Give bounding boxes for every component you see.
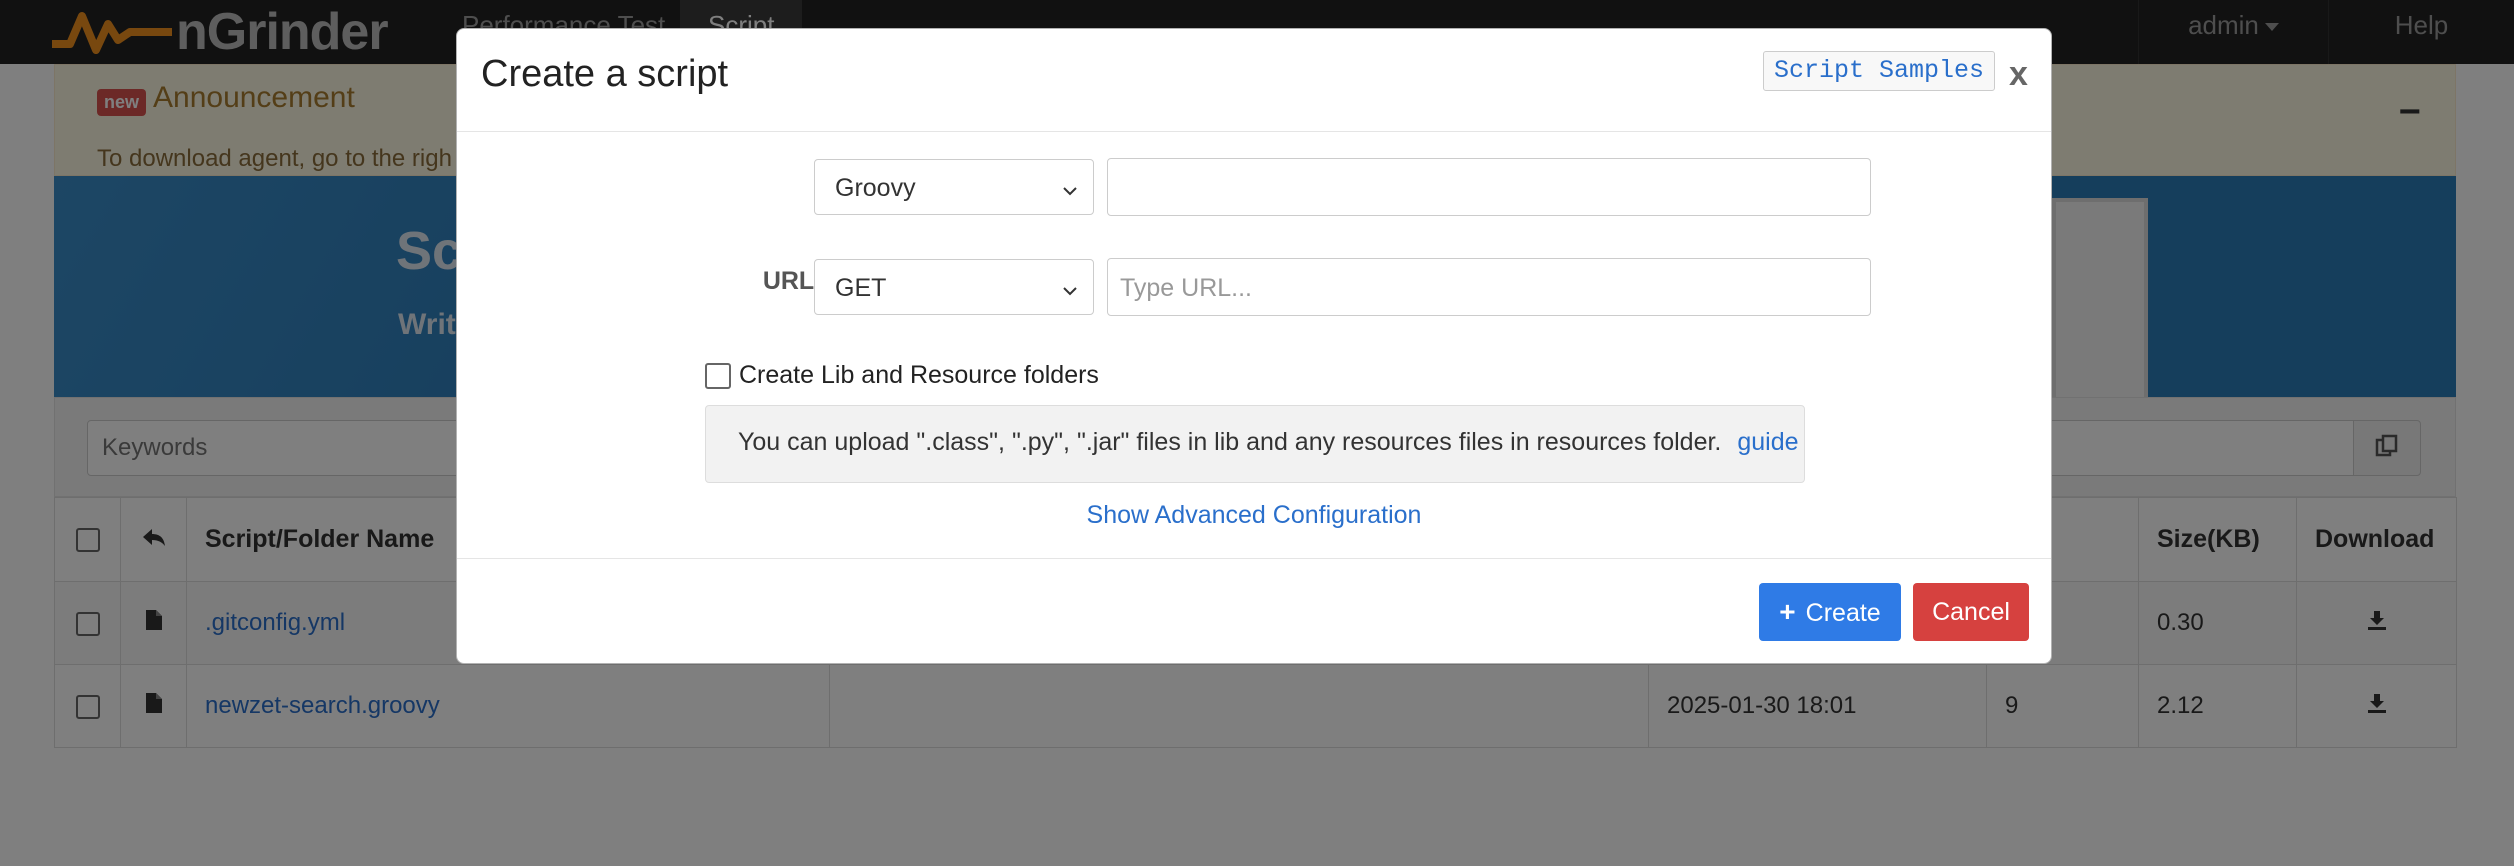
advanced-config-label[interactable]: Show Advanced Configuration <box>1087 501 1422 529</box>
script-samples-button[interactable]: Script Samples <box>1763 51 1996 91</box>
create-button[interactable]: + Create <box>1759 583 1901 641</box>
script-name-input[interactable] <box>1107 158 1871 216</box>
http-method-value: GET <box>835 274 887 302</box>
cancel-button[interactable]: Cancel <box>1913 583 2029 641</box>
lib-resource-checkbox[interactable] <box>705 362 731 389</box>
advanced-config-link: Show Advanced Configuration <box>457 501 2051 530</box>
plus-icon: + <box>1779 596 1796 627</box>
url-input[interactable]: Type URL... <box>1107 258 1871 316</box>
http-method-select[interactable]: GET <box>814 259 1094 315</box>
guide-link[interactable]: guide <box>1737 428 1798 456</box>
lib-resource-option: Create Lib and Resource folders <box>705 361 1099 390</box>
upload-info-box: You can upload ".class", ".py", ".jar" f… <box>705 405 1805 483</box>
chevron-down-icon <box>1061 278 1079 307</box>
script-type-value: Groovy <box>835 174 916 202</box>
create-label: Create <box>1805 599 1881 627</box>
create-script-dialog: Create a script Script Samples x Script … <box>456 28 2052 664</box>
dialog-header: Create a script Script Samples x <box>457 29 2051 132</box>
close-button[interactable]: x <box>2009 55 2028 94</box>
chevron-down-icon <box>1061 178 1079 207</box>
dialog-footer: + Create Cancel <box>457 558 2051 665</box>
upload-info-text: You can upload ".class", ".py", ".jar" f… <box>738 428 1722 456</box>
dialog-title: Create a script <box>481 53 729 95</box>
lib-resource-label[interactable]: Create Lib and Resource folders <box>739 361 1099 390</box>
script-type-select[interactable]: Groovy <box>814 159 1094 215</box>
